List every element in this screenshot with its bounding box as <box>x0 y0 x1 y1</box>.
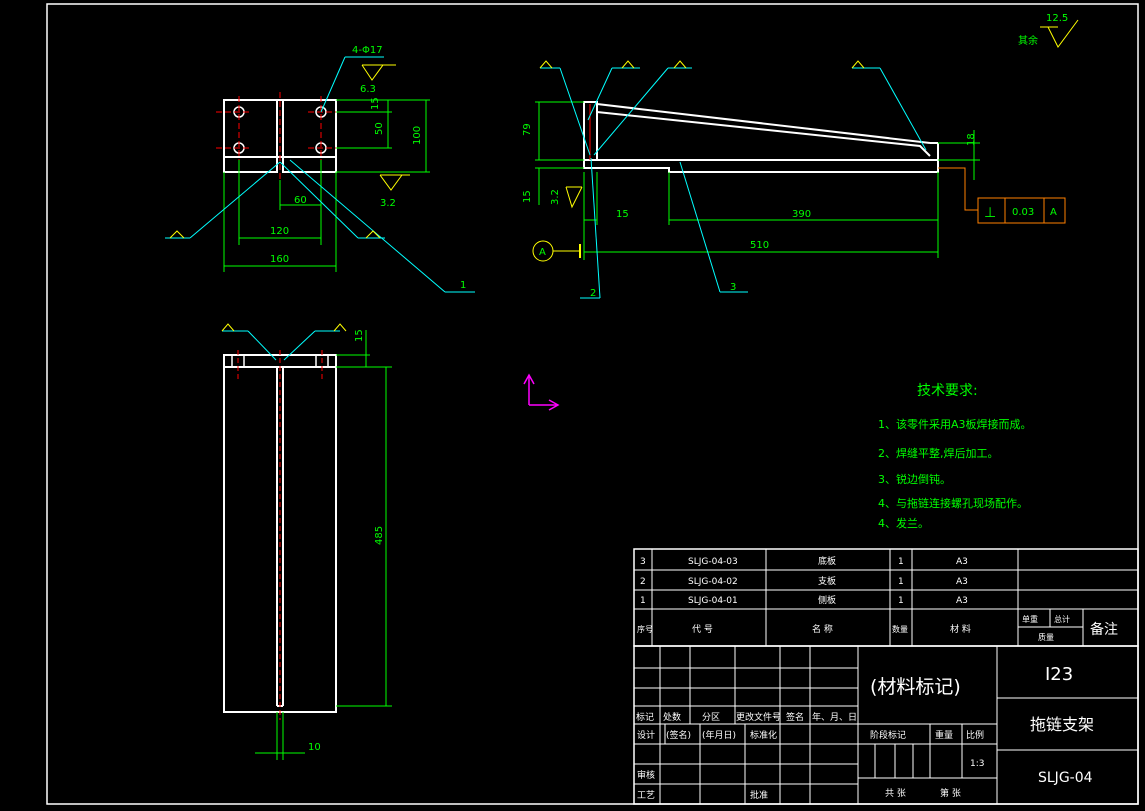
company-name: I23 <box>1045 664 1073 685</box>
bom-table: 3 SLJG-04-03 底板 1 A3 2 SLJG-04-02 支板 1 A… <box>633 548 1139 647</box>
bom-hdr-total: 总计 <box>1054 614 1070 624</box>
bom-hdr-remark: 备注 <box>1090 621 1118 638</box>
dim-side-79: 79 <box>522 123 533 136</box>
drawing-border <box>46 3 1139 805</box>
tb-weight: 重量 <box>935 729 953 741</box>
bom-row-no: 1 <box>640 596 646 606</box>
tech-item: 3、锐边倒钝。 <box>878 472 951 486</box>
bom-row-qty: 1 <box>898 596 904 606</box>
tb-change: 更改文件号 <box>736 711 781 723</box>
tolerance-datum: A <box>1050 207 1057 218</box>
tolerance-symbol: ⊥ <box>984 205 996 221</box>
bom-row-code: SLJG-04-03 <box>688 557 738 567</box>
bom-row-name: 支板 <box>818 575 836 587</box>
top-view: 15 50 100 60 120 160 4-Φ17 6.3 3.2 1 <box>165 45 475 293</box>
bom-row-material: A3 <box>956 577 968 587</box>
tb-ratio: 比例 <box>966 729 984 741</box>
dim-top-100: 100 <box>412 126 423 145</box>
dim-front-10: 10 <box>308 742 321 753</box>
bom-row-name: 底板 <box>818 555 836 567</box>
drawing-number: SLJG-04 <box>1038 770 1093 786</box>
corner-roughness-label: 其余 <box>1018 34 1038 47</box>
datum-a-label: A <box>539 247 546 258</box>
corner-roughness-icon <box>1040 19 1079 48</box>
tb-sheet: 第 张 <box>940 787 961 799</box>
part-callout-1: 1 <box>460 280 466 291</box>
tb-sign2: (签名) <box>666 729 691 741</box>
bom-row-code: SLJG-04-01 <box>688 596 738 606</box>
side-view: 79 15 15 390 510 18 3.2 2 3 A ⊥ 0.03 A <box>522 60 1066 299</box>
bom-row-name: 侧板 <box>818 594 836 606</box>
dim-top-60: 60 <box>294 195 307 206</box>
roughness-6.3: 6.3 <box>360 84 376 95</box>
title-block: 标记 处数 分区 更改文件号 签名 年、月、日 设计 (签名) (年月日) 标准… <box>633 645 1139 805</box>
bom-row-no: 3 <box>640 557 646 567</box>
dim-top-120: 120 <box>270 226 289 237</box>
tb-stage: 阶段标记 <box>870 729 906 741</box>
ucs-icon <box>523 373 560 411</box>
dim-top-160: 160 <box>270 254 289 265</box>
tech-title: 技术要求: <box>917 383 978 399</box>
dim-front-15: 15 <box>354 329 365 342</box>
bom-hdr-code: 代 号 <box>692 624 713 635</box>
dim-top-15: 15 <box>370 97 381 110</box>
hole-callout: 4-Φ17 <box>352 45 383 56</box>
tolerance-value: 0.03 <box>1012 207 1034 218</box>
tb-count: 处数 <box>663 711 681 723</box>
dim-side-390: 390 <box>792 209 811 220</box>
bom-hdr-no: 序号 <box>637 624 653 634</box>
tb-scale: 1:3 <box>970 759 984 769</box>
tech-item: 2、焊缝平整,焊后加工。 <box>878 446 999 460</box>
bom-hdr-qty: 数量 <box>892 624 908 634</box>
bom-row-qty: 1 <box>898 577 904 587</box>
tb-review: 审核 <box>637 769 655 781</box>
part-callout-3: 3 <box>730 282 736 293</box>
tb-date: 年、月、日 <box>812 711 857 723</box>
tech-item: 4、与拖链连接螺孔现场配作。 <box>878 496 1028 510</box>
tb-std: 标准化 <box>750 729 777 741</box>
dim-side-15v: 15 <box>522 190 533 203</box>
tb-sign: 签名 <box>786 711 804 723</box>
bom-row-qty: 1 <box>898 557 904 567</box>
dim-top-50: 50 <box>374 122 385 135</box>
roughness-side-3.2: 3.2 <box>550 189 561 205</box>
bom-row-code: SLJG-04-02 <box>688 577 738 587</box>
front-view: 15 485 10 <box>221 323 392 760</box>
dim-side-15: 15 <box>616 209 629 220</box>
material-mark: (材料标记) <box>870 676 961 698</box>
tb-design: 设计 <box>637 729 655 741</box>
bom-row-material: A3 <box>956 596 968 606</box>
dim-side-510: 510 <box>750 240 769 251</box>
bom-hdr-single: 单重 <box>1022 614 1038 624</box>
tech-requirements: 技术要求: 1、该零件采用A3板焊接而成。 2、焊缝平整,焊后加工。 3、锐边倒… <box>878 383 1032 530</box>
tech-item: 4、发兰。 <box>878 516 929 530</box>
roughness-3.2: 3.2 <box>380 198 396 209</box>
bom-hdr-material: 材 料 <box>950 623 971 635</box>
dim-front-485: 485 <box>374 526 385 545</box>
tech-item: 1、该零件采用A3板焊接而成。 <box>878 417 1032 431</box>
part-callout-2: 2 <box>590 288 596 299</box>
tb-approve: 批准 <box>750 789 768 801</box>
drawing-name: 拖链支架 <box>1030 715 1094 734</box>
tb-zone: 分区 <box>702 712 720 723</box>
tb-mark: 标记 <box>636 711 654 723</box>
cad-drawing: 15 50 100 60 120 160 4-Φ17 6.3 3.2 1 79 … <box>46 3 1139 805</box>
bom-hdr-weight: 质量 <box>1038 632 1054 642</box>
bom-row-material: A3 <box>956 557 968 567</box>
corner-roughness-value: 12.5 <box>1046 13 1068 24</box>
bom-hdr-name: 名 称 <box>812 623 833 635</box>
tb-total: 共 张 <box>885 788 906 799</box>
tb-date2: (年月日) <box>702 729 736 741</box>
dim-side-18: 18 <box>966 133 977 146</box>
bom-row-no: 2 <box>640 577 646 587</box>
tb-craft: 工艺 <box>637 790 655 801</box>
top-view-plate-left <box>223 99 278 173</box>
